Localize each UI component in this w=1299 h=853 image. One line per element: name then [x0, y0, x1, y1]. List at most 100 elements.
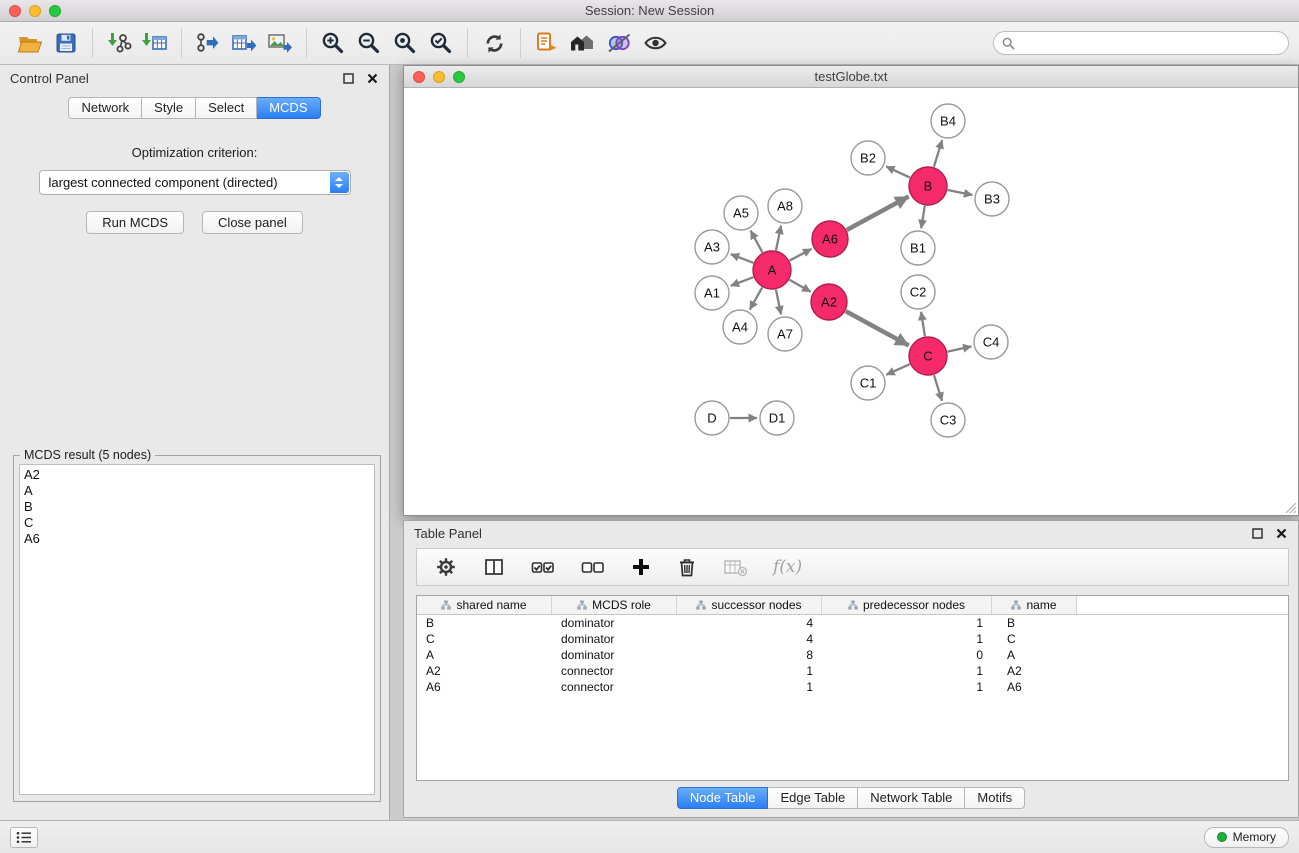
table-cell[interactable]: connector — [552, 679, 677, 695]
delete-column-button[interactable] — [677, 556, 697, 578]
graph-edge-B-B3[interactable] — [948, 190, 973, 195]
zoom-out-button[interactable] — [351, 27, 387, 59]
table-cell[interactable]: 8 — [677, 647, 822, 663]
first-neighbors-button[interactable] — [529, 27, 565, 59]
export-table-button[interactable] — [226, 27, 262, 59]
table-cell[interactable]: A2 — [417, 663, 552, 679]
table-cell[interactable]: 1 — [677, 679, 822, 695]
table-cell[interactable]: C — [417, 631, 552, 647]
table-cell[interactable]: 0 — [822, 647, 992, 663]
global-search-field[interactable] — [993, 31, 1289, 55]
graph-edge-A-A5[interactable] — [751, 231, 763, 253]
graph-edge-C-C1[interactable] — [886, 364, 910, 375]
home-button[interactable] — [565, 27, 601, 59]
memory-button[interactable]: Memory — [1204, 827, 1289, 848]
table-row[interactable]: A2connector11A2 — [417, 663, 1288, 679]
graph-edge-A6-B[interactable] — [847, 196, 909, 229]
graph-node-A8[interactable]: A8 — [768, 189, 802, 223]
graph-edge-A2-C[interactable] — [846, 311, 909, 345]
network-minimize-button[interactable] — [433, 71, 445, 83]
graph-node-A7[interactable]: A7 — [768, 317, 802, 351]
float-panel-icon[interactable] — [341, 71, 355, 85]
graph-edge-A-A6[interactable] — [790, 249, 812, 261]
graph-node-B3[interactable]: B3 — [975, 182, 1009, 216]
refresh-view-button[interactable] — [476, 27, 512, 59]
column-header-shared-name[interactable]: shared name — [417, 596, 552, 614]
graph-edge-A-A7[interactable] — [776, 290, 781, 315]
resize-handle-icon[interactable] — [1285, 502, 1297, 514]
column-header-name[interactable]: name — [992, 596, 1077, 614]
table-settings-button[interactable] — [435, 556, 457, 578]
criterion-select[interactable]: largest connected component (directed) — [39, 170, 351, 195]
graph-node-A3[interactable]: A3 — [695, 230, 729, 264]
export-network-button[interactable] — [190, 27, 226, 59]
table-cell[interactable]: connector — [552, 663, 677, 679]
mcds-result-item[interactable]: A — [24, 483, 370, 499]
network-zoom-button[interactable] — [453, 71, 465, 83]
table-cell[interactable]: B — [992, 615, 1077, 631]
close-panel-button[interactable]: Close panel — [202, 211, 303, 234]
table-cell[interactable]: 1 — [822, 615, 992, 631]
table-row[interactable]: Bdominator41B — [417, 615, 1288, 631]
tab-network[interactable]: Network — [68, 97, 142, 119]
close-panel-icon[interactable] — [365, 71, 379, 85]
zoom-in-button[interactable] — [315, 27, 351, 59]
graph-edge-A-A2[interactable] — [789, 280, 810, 292]
column-header-predecessor-nodes[interactable]: predecessor nodes — [822, 596, 992, 614]
save-session-button[interactable] — [48, 27, 84, 59]
graph-node-B1[interactable]: B1 — [901, 231, 935, 265]
split-column-button[interactable] — [483, 556, 505, 578]
open-session-button[interactable] — [12, 27, 48, 59]
table-cell[interactable]: A — [992, 647, 1077, 663]
table-row[interactable]: Adominator80A — [417, 647, 1288, 663]
table-row[interactable]: A6connector11A6 — [417, 679, 1288, 695]
table-cell[interactable]: dominator — [552, 647, 677, 663]
tab-style[interactable]: Style — [142, 97, 196, 119]
graph-node-A4[interactable]: A4 — [723, 310, 757, 344]
mcds-result-item[interactable]: A2 — [24, 467, 370, 483]
graph-edge-A-A8[interactable] — [776, 226, 781, 251]
mcds-result-list[interactable]: A2ABCA6 — [19, 464, 375, 795]
zoom-window-button[interactable] — [49, 5, 61, 17]
task-history-button[interactable] — [10, 827, 38, 848]
close-window-button[interactable] — [9, 5, 21, 17]
graph-node-B2[interactable]: B2 — [851, 141, 885, 175]
export-image-button[interactable] — [262, 27, 298, 59]
table-row[interactable]: Cdominator41C — [417, 631, 1288, 647]
minimize-window-button[interactable] — [29, 5, 41, 17]
graph-edge-C-C4[interactable] — [948, 346, 972, 351]
graph-node-B[interactable]: B — [909, 167, 947, 205]
graph-edge-B-B4[interactable] — [934, 140, 942, 167]
network-canvas[interactable]: B4B2BB3A5A8A6A3B1AC2A1A2A4A7C4CC1C3DD1 — [404, 88, 1298, 515]
graph-node-B4[interactable]: B4 — [931, 104, 965, 138]
function-builder-button[interactable]: f(x) — [773, 557, 802, 577]
import-network-button[interactable] — [101, 27, 137, 59]
graph-node-C[interactable]: C — [909, 337, 947, 375]
unselect-all-button[interactable] — [581, 558, 605, 576]
graph-node-D[interactable]: D — [695, 401, 729, 435]
graph-node-C3[interactable]: C3 — [931, 403, 965, 437]
graph-node-C1[interactable]: C1 — [851, 366, 885, 400]
mcds-result-item[interactable]: C — [24, 515, 370, 531]
table-cell[interactable]: 1 — [822, 663, 992, 679]
table-cell[interactable]: 1 — [822, 679, 992, 695]
graph-edge-C-C3[interactable] — [934, 375, 942, 401]
network-graph[interactable]: B4B2BB3A5A8A6A3B1AC2A1A2A4A7C4CC1C3DD1 — [404, 88, 1298, 515]
delete-table-button[interactable] — [723, 557, 747, 577]
show-hide-button[interactable] — [637, 27, 673, 59]
close-panel-icon[interactable] — [1274, 526, 1288, 540]
graph-node-A5[interactable]: A5 — [724, 196, 758, 230]
table-cell[interactable]: A6 — [992, 679, 1077, 695]
graph-edge-A-A1[interactable] — [731, 277, 754, 286]
float-panel-icon[interactable] — [1250, 526, 1264, 540]
graph-edge-B-B2[interactable] — [886, 166, 910, 177]
table-cell[interactable]: dominator — [552, 631, 677, 647]
graph-edge-A-A3[interactable] — [731, 254, 754, 263]
graph-node-A2[interactable]: A2 — [811, 284, 847, 320]
table-cell[interactable]: 1 — [822, 631, 992, 647]
graph-node-C2[interactable]: C2 — [901, 275, 935, 309]
import-table-button[interactable] — [137, 27, 173, 59]
mcds-result-item[interactable]: A6 — [24, 531, 370, 547]
table-cell[interactable]: dominator — [552, 615, 677, 631]
tab-network-table[interactable]: Network Table — [858, 787, 965, 809]
